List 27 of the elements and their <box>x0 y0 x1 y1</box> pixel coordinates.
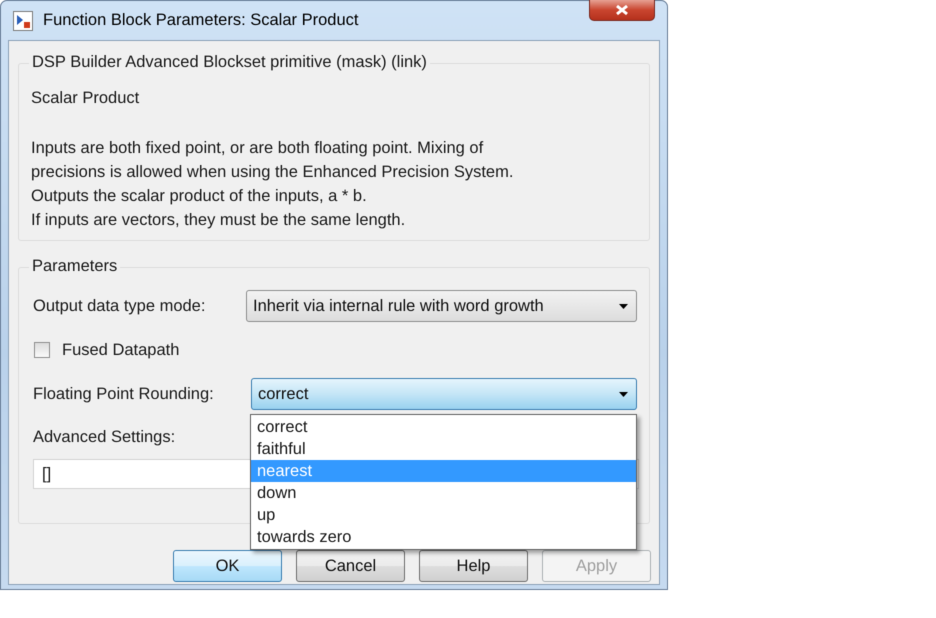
checkbox[interactable] <box>34 342 50 358</box>
caret-icon <box>619 392 628 396</box>
dropdown-option[interactable]: towards zero <box>251 526 636 548</box>
description-text: precisions is allowed when using the Enhanced Precision System. <box>31 162 514 183</box>
field-label: Floating Point Rounding: <box>33 384 214 404</box>
caret-icon <box>619 304 628 308</box>
dialog-button[interactable]: Help <box>419 550 528 582</box>
block-name: Scalar Product <box>31 89 140 108</box>
description-text: Outputs the scalar product of the inputs, a * b. <box>31 186 368 207</box>
dropdown-option[interactable]: faithful <box>251 438 636 460</box>
dialog-button[interactable]: Cancel <box>296 550 405 582</box>
field-label: Advanced Settings: <box>33 428 176 447</box>
description-text: Inputs are both fixed point, or are both floating point. Mixing of <box>31 138 484 159</box>
field-label: Output data type mode: <box>33 296 206 316</box>
description-text: If inputs are vectors, they must be the same length. <box>31 210 406 231</box>
group-legend: DSP Builder Advanced Blockset primitive (mask) (link) <box>29 53 430 72</box>
dropdown-option[interactable]: down <box>251 482 636 504</box>
dropdown[interactable]: correct <box>251 378 637 410</box>
window-title: Function Block Parameters: Scalar Product <box>43 11 358 30</box>
dropdown[interactable]: Inherit via internal rule with word growth <box>246 290 637 322</box>
app-icon <box>13 10 33 30</box>
dropdown-option[interactable]: up <box>251 504 636 526</box>
dropdown-option[interactable]: correct <box>251 416 636 438</box>
checkbox-label: Fused Datapath <box>62 340 180 360</box>
close-button[interactable] <box>589 0 655 21</box>
close-icon <box>615 4 629 16</box>
dialog-button[interactable]: OK <box>173 550 282 582</box>
